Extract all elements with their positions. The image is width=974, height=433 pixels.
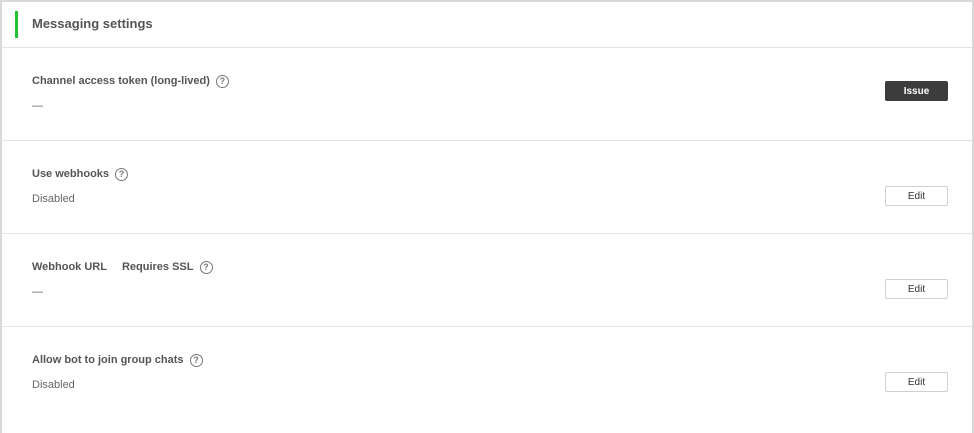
setting-row-use-webhooks: Use webhooks ? Disabled Edit [2,141,972,234]
edit-use-webhooks-button[interactable]: Edit [885,186,948,206]
section-accent-bar [15,11,18,38]
section-title: Messaging settings [32,16,153,31]
setting-label: Use webhooks [32,168,110,180]
question-circle-icon[interactable]: ? [215,74,229,88]
setting-label-line: Channel access token (long-lived) ? [32,73,229,89]
setting-sublabel: Requires SSL [121,261,194,273]
setting-label: Channel access token (long-lived) [32,75,210,87]
setting-value: — [32,286,43,298]
setting-label: Webhook URL [32,261,107,273]
messaging-settings-panel: Messaging settings Channel access token … [0,0,974,433]
edit-group-chats-button[interactable]: Edit [885,372,948,392]
setting-row-channel-access-token: Channel access token (long-lived) ? — Is… [2,48,972,141]
setting-row-group-chats: Allow bot to join group chats ? Disabled… [2,327,972,420]
question-circle-icon[interactable]: ? [189,353,203,367]
setting-value: — [32,100,43,112]
setting-label-line: Webhook URL Requires SSL ? [32,259,213,275]
question-circle-icon[interactable]: ? [115,167,129,181]
question-circle-icon[interactable]: ? [199,260,213,274]
setting-value: Disabled [32,379,75,391]
edit-webhook-url-button[interactable]: Edit [885,279,948,299]
setting-row-webhook-url: Webhook URL Requires SSL ? — Edit [2,234,972,327]
setting-label-line: Use webhooks ? [32,166,129,182]
setting-label-line: Allow bot to join group chats ? [32,352,203,368]
setting-label: Allow bot to join group chats [32,354,184,366]
setting-value: Disabled [32,193,75,205]
issue-button[interactable]: Issue [885,81,948,101]
section-header: Messaging settings [2,2,972,48]
